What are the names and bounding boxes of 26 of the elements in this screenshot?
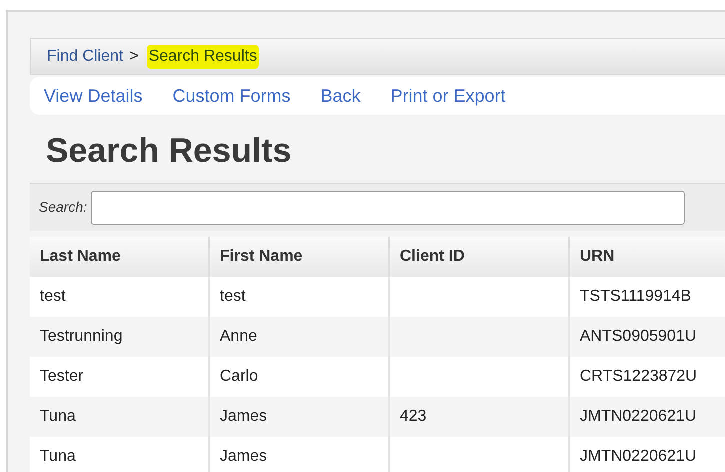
table-cell-text: Tuna xyxy=(40,447,76,467)
table-cell-text: James xyxy=(220,407,268,427)
table-cell-text: test xyxy=(40,287,66,307)
table-cell-text: James xyxy=(220,447,268,467)
table-cell-text: Tester xyxy=(40,367,84,387)
search-field[interactable] xyxy=(91,190,686,224)
action-link[interactable]: Print or Export xyxy=(390,82,506,110)
table-cell-text: test xyxy=(220,287,246,307)
action-link[interactable]: Back xyxy=(320,82,361,110)
breadcrumb-link[interactable]: Find Client xyxy=(47,44,124,68)
breadcrumb-separator: > xyxy=(129,46,139,66)
breadcrumb-current: Search Results xyxy=(146,44,260,68)
search-label: Search: xyxy=(39,198,88,217)
table-cell-text: ANTS0905901U xyxy=(580,327,697,347)
table-cell-text: Testrunning xyxy=(40,327,123,347)
table-cell-text: JMTN0220621U xyxy=(580,447,696,467)
action-link[interactable]: View Details xyxy=(44,82,143,110)
table-cell-text: CRTS1223872U xyxy=(580,367,698,387)
action-link[interactable]: Custom Forms xyxy=(172,82,291,110)
table-cell-text: TSTS1119914B xyxy=(580,287,692,307)
table-cell-text: 423 xyxy=(400,407,427,427)
table-cell-text: JMTN0220621U xyxy=(580,407,696,427)
table-cell-text: Tuna xyxy=(40,407,76,427)
table-cell-text: Carlo xyxy=(220,367,258,387)
table-cell-text: Anne xyxy=(220,327,258,347)
page-title: Search Results xyxy=(46,131,293,172)
